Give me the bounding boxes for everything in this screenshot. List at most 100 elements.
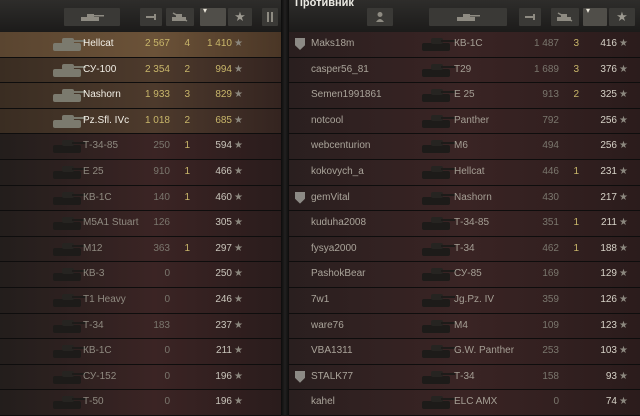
star-icon: ★ — [619, 293, 628, 305]
sort-by-vehicle-header[interactable] — [429, 8, 507, 26]
player-name: kokovych_a — [311, 165, 364, 177]
vehicle-name: КВ-1С — [83, 345, 112, 357]
vehicle-name: Pz.Sfl. IVc — [83, 114, 130, 126]
player-name: VBA1311 — [311, 345, 353, 357]
ally-row[interactable]: КВ-1С 0 211 ★ — [0, 339, 281, 365]
xp-value: 0 — [164, 293, 170, 305]
star-icon: ★ — [234, 396, 243, 408]
enemy-row[interactable]: webcenturion M6 494 256 ★ — [289, 134, 640, 160]
xp-value: 0 — [164, 396, 170, 408]
xp-value: 0 — [553, 396, 559, 408]
enemy-row[interactable]: Semen1991861 E 25 913 2 325 ★ — [289, 83, 640, 109]
star-icon: ★ — [234, 345, 243, 357]
damage-value: 376 — [600, 63, 617, 75]
enemy-row[interactable]: kahel ELC AMX 0 74 ★ — [289, 390, 640, 416]
damage-value: 829 — [215, 89, 232, 101]
xp-value: 158 — [542, 370, 559, 382]
enemy-row[interactable]: notcool Panther 792 256 ★ — [289, 108, 640, 135]
enemy-row[interactable]: STALK77 Т-34 158 93 ★ — [289, 364, 640, 391]
xp-value: 494 — [542, 140, 559, 152]
ally-row[interactable]: Pz.Sfl. IVc 1 018 2 685 ★ — [0, 108, 281, 135]
player-name: casper56_81 — [311, 63, 369, 75]
enemy-row[interactable]: PashokBear СУ-85 169 129 ★ — [289, 262, 640, 288]
sort-by-damage-header[interactable]: ▾ — [583, 6, 607, 26]
kills-value: 1 — [184, 165, 190, 177]
damage-value: 74 — [605, 396, 617, 408]
xp-value: 430 — [542, 191, 559, 203]
ally-row[interactable]: Т-34-85 250 1 594 ★ — [0, 134, 281, 160]
sort-by-xp-header[interactable] — [140, 8, 162, 26]
damage-value: 305 — [215, 217, 232, 229]
tank-icon — [419, 342, 457, 360]
tank-type-icon — [457, 14, 480, 21]
star-icon: ★ — [234, 9, 246, 24]
ally-row[interactable]: M12 363 1 297 ★ — [0, 236, 281, 263]
ally-row[interactable]: Т-34 183 237 ★ — [0, 313, 281, 340]
enemy-row[interactable]: kuduha2008 Т-34-85 351 1 211 ★ — [289, 211, 640, 237]
sort-by-damage-header[interactable]: ▾ — [200, 6, 226, 26]
ally-row[interactable]: СУ-100 2 354 2 994 ★ — [0, 57, 281, 84]
sort-by-xp-header[interactable] — [519, 8, 541, 26]
tank-icon — [419, 393, 457, 411]
xp-value: 140 — [153, 191, 170, 203]
ally-row[interactable]: Nashorn 1 933 3 829 ★ — [0, 83, 281, 109]
kills-value: 3 — [184, 89, 190, 101]
star-icon: ★ — [619, 217, 628, 229]
player-icon — [376, 12, 384, 22]
ally-row[interactable]: E 25 910 1 466 ★ — [0, 159, 281, 186]
enemy-row[interactable]: gemVital Nashorn 430 217 ★ — [289, 185, 640, 212]
ally-row[interactable]: M5A1 Stuart 126 305 ★ — [0, 211, 281, 237]
enemy-row[interactable]: fysya2000 Т-34 462 1 188 ★ — [289, 236, 640, 263]
ally-row[interactable]: Hellcat 2 567 4 1 410 ★ — [0, 32, 281, 58]
enemy-row[interactable]: Maks18m КВ-1С 1 487 3 416 ★ — [289, 32, 640, 58]
sort-by-rating-header[interactable]: ★ — [228, 8, 252, 26]
enemy-row[interactable]: 7w1 Jg.Pz. IV 359 126 ★ — [289, 287, 640, 314]
xp-value: 1 689 — [533, 63, 559, 75]
star-icon: ★ — [234, 217, 243, 229]
ally-row[interactable]: КВ-3 0 250 ★ — [0, 262, 281, 288]
damage-value: 93 — [605, 370, 617, 382]
ally-row[interactable]: T1 Heavy 0 246 ★ — [0, 287, 281, 314]
player-name: PashokBear — [311, 268, 366, 280]
damage-value: 231 — [600, 165, 617, 177]
ally-row[interactable]: Т-50 0 196 ★ — [0, 390, 281, 416]
sort-by-rating-header[interactable]: ★ — [609, 8, 635, 26]
star-icon: ★ — [234, 38, 243, 49]
star-icon: ★ — [619, 114, 628, 126]
kills-value: 1 — [184, 140, 190, 152]
ally-row[interactable]: КВ-1С 140 1 460 ★ — [0, 185, 281, 212]
sort-by-player-header[interactable] — [367, 8, 393, 26]
xp-value: 183 — [153, 319, 170, 331]
damage-value: 256 — [600, 114, 617, 126]
sort-by-kills-header[interactable] — [551, 8, 579, 26]
sort-by-kills-header[interactable] — [166, 8, 194, 26]
damage-value: 325 — [600, 89, 617, 101]
star-icon: ★ — [234, 165, 243, 177]
enemy-row[interactable]: casper56_81 T29 1 689 3 376 ★ — [289, 57, 640, 84]
damage-value: 103 — [600, 345, 617, 357]
enemy-row[interactable]: VBA1311 G.W. Panther 253 103 ★ — [289, 339, 640, 365]
vehicle-name: M4 — [454, 319, 468, 331]
damage-value: 196 — [215, 396, 232, 408]
ally-row[interactable]: СУ-152 0 196 ★ — [0, 364, 281, 391]
kills-icon — [557, 12, 573, 22]
star-icon: ★ — [619, 370, 628, 382]
vehicle-name: Т-50 — [83, 396, 104, 408]
star-icon: ★ — [619, 345, 628, 357]
kills-value: 4 — [184, 38, 190, 49]
xp-value: 169 — [542, 268, 559, 280]
enemy-row[interactable]: kokovych_a Hellcat 446 1 231 ★ — [289, 159, 640, 186]
enemy-team-panel: Противник ▾ ★ Maks18m КВ-1С 1 487 3 416 ★ casp… — [289, 0, 640, 416]
sort-by-vehicle-header[interactable] — [64, 8, 120, 26]
vehicle-name: Nashorn — [454, 191, 492, 203]
star-icon: ★ — [234, 191, 243, 203]
vehicle-name: E 25 — [83, 165, 104, 177]
vehicle-name: СУ-152 — [83, 370, 117, 382]
tank-icon — [419, 291, 457, 309]
damage-value: 126 — [600, 293, 617, 305]
damage-value: 256 — [600, 140, 617, 152]
star-icon: ★ — [234, 242, 243, 254]
settings-header-button[interactable] — [262, 8, 278, 26]
enemy-row[interactable]: ware76 M4 109 123 ★ — [289, 313, 640, 340]
damage-value: 188 — [600, 242, 617, 254]
